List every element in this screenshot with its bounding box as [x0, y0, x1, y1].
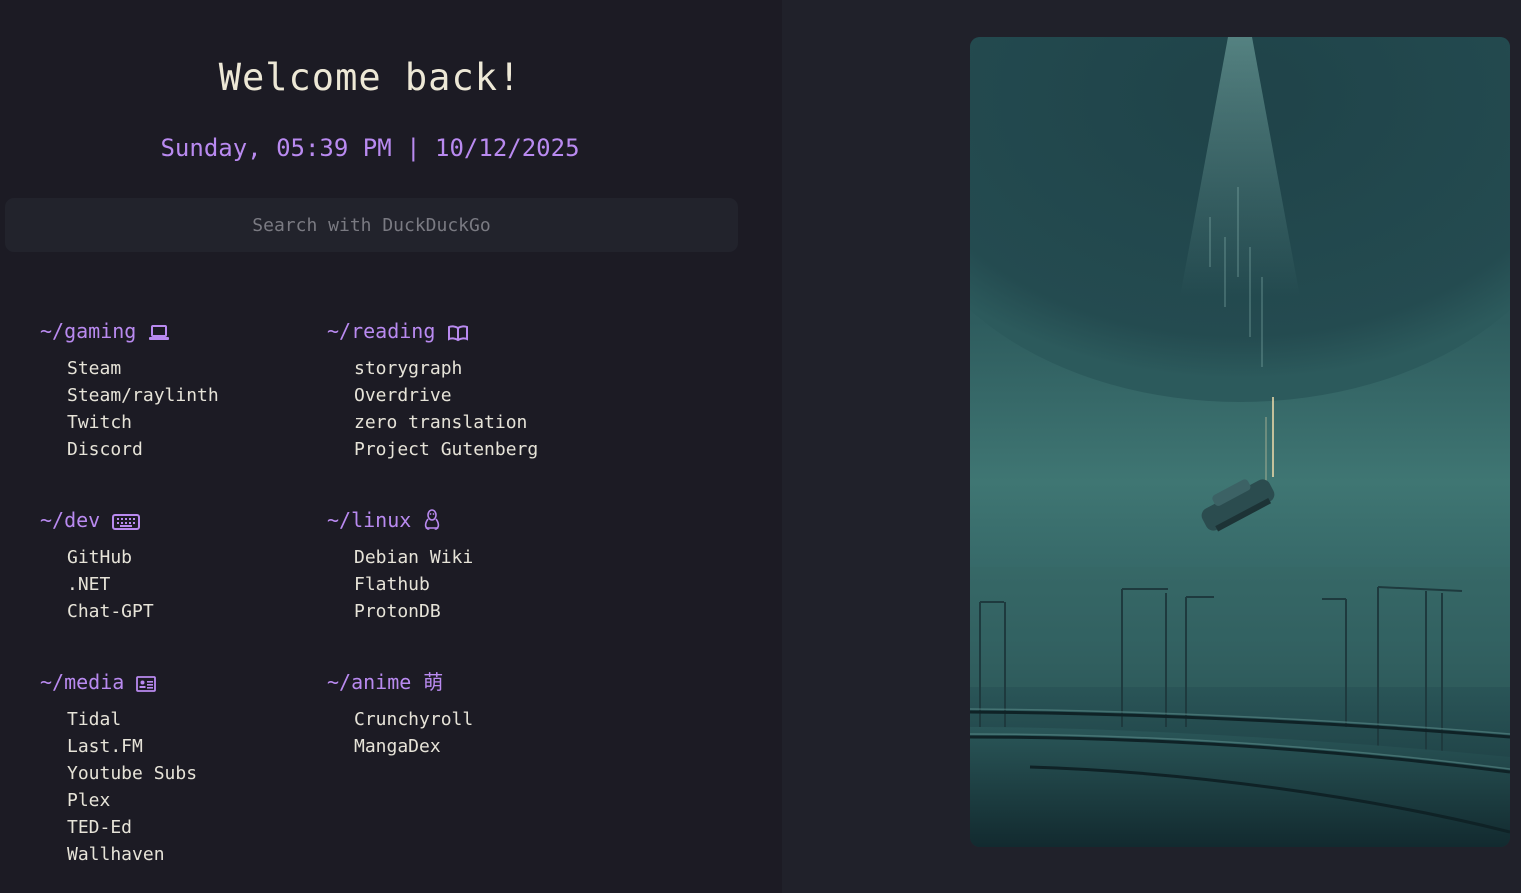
group-heading: ~/media [40, 669, 157, 695]
link-overdrive[interactable]: Overdrive [354, 387, 538, 414]
link-lastfm[interactable]: Last.FM [67, 738, 197, 765]
search-input[interactable] [5, 198, 738, 252]
link-chatgpt[interactable]: Chat-GPT [67, 603, 154, 630]
group-title: ~/reading [327, 319, 436, 343]
group-title: ~/anime [327, 670, 412, 694]
wallpaper-image [970, 37, 1510, 847]
group-heading: ~/anime 萌 [327, 669, 443, 695]
link-protondb[interactable]: ProtonDB [354, 603, 473, 630]
link-plex[interactable]: Plex [67, 792, 197, 819]
startpage-panel: Welcome back! Sunday, 05:39 PM | 10/12/2… [0, 0, 782, 893]
keyboard-icon [112, 511, 141, 530]
link-debian-wiki[interactable]: Debian Wiki [354, 549, 473, 576]
page-title: Welcome back! [218, 56, 522, 99]
link-group-anime: ~/anime 萌 Crunchyroll MangaDex [327, 669, 473, 756]
media-card-icon [136, 673, 157, 692]
group-title: ~/linux [327, 508, 412, 532]
link-flathub[interactable]: Flathub [354, 576, 473, 603]
group-title: ~/dev [40, 508, 101, 532]
group-heading: ~/reading [327, 318, 469, 344]
link-mangadex[interactable]: MangaDex [354, 738, 473, 765]
link-group-gaming: ~/gaming Steam Steam/raylinth Twitch Dis… [40, 318, 219, 459]
link-group-dev: ~/dev GitHub .NET Chat-GPT [40, 507, 154, 621]
link-github[interactable]: GitHub [67, 549, 154, 576]
link-dotnet[interactable]: .NET [67, 576, 154, 603]
group-title: ~/media [40, 670, 125, 694]
moe-kanji-icon: 萌 [423, 670, 444, 694]
link-steam[interactable]: Steam [67, 360, 219, 387]
datetime-display: Sunday, 05:39 PM | 10/12/2025 [160, 134, 580, 162]
group-heading: ~/linux [327, 507, 441, 533]
link-zero-translation[interactable]: zero translation [354, 414, 538, 441]
link-ted-ed[interactable]: TED-Ed [67, 819, 197, 846]
link-youtube-subs[interactable]: Youtube Subs [67, 765, 197, 792]
group-title: ~/gaming [40, 319, 137, 343]
link-group-media: ~/media Tidal Last.FM Youtube Subs Plex … [40, 669, 197, 864]
link-tidal[interactable]: Tidal [67, 711, 197, 738]
penguin-icon [423, 508, 441, 531]
link-group-linux: ~/linux Debian Wiki Flathub ProtonDB [327, 507, 473, 621]
laptop-icon [148, 322, 170, 340]
link-twitch[interactable]: Twitch [67, 414, 219, 441]
book-icon [447, 322, 469, 341]
link-discord[interactable]: Discord [67, 441, 219, 468]
group-heading: ~/gaming [40, 318, 170, 344]
link-group-reading: ~/reading storygraph Overdrive zero tran… [327, 318, 538, 459]
group-heading: ~/dev [40, 507, 141, 533]
link-storygraph[interactable]: storygraph [354, 360, 538, 387]
link-project-gutenberg[interactable]: Project Gutenberg [354, 441, 538, 468]
link-wallhaven[interactable]: Wallhaven [67, 846, 197, 873]
link-crunchyroll[interactable]: Crunchyroll [354, 711, 473, 738]
link-steam-raylinth[interactable]: Steam/raylinth [67, 387, 219, 414]
